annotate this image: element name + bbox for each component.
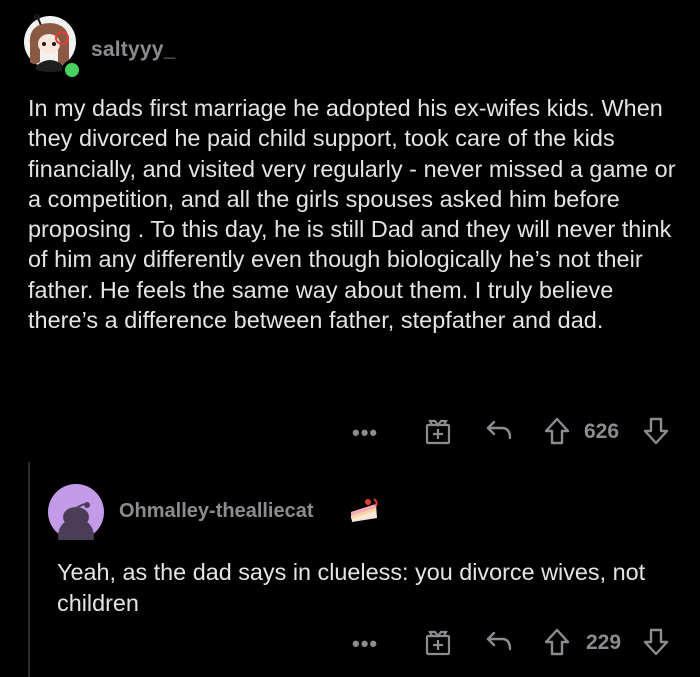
upvote-icon[interactable] [543,627,571,662]
comment-actions: ••• 229 [0,623,700,663]
vote-count: 626 [584,420,620,443]
comment-body: Yeah, as the dad says in clueless: you d… [57,559,646,616]
online-status-icon [62,60,82,80]
avatar[interactable] [48,484,104,554]
vote-count: 229 [586,631,622,654]
avatar[interactable] [22,14,82,80]
more-button[interactable]: ••• [352,631,378,657]
upvote-icon[interactable] [543,416,571,451]
downvote-icon[interactable] [642,416,670,451]
reply-icon[interactable] [484,418,514,447]
award-icon[interactable] [423,627,453,662]
username[interactable]: saltyyy_ [91,38,176,62]
username[interactable]: Ohmalley-thealliecat [119,500,314,523]
reply-icon[interactable] [484,629,514,658]
comment-body: In my dads first marriage he adopted his… [28,95,676,334]
more-button[interactable]: ••• [352,420,378,446]
comment-actions: ••• 626 [0,412,700,452]
cake-day-icon [348,496,380,529]
downvote-icon[interactable] [642,627,670,662]
award-icon[interactable] [423,416,453,451]
